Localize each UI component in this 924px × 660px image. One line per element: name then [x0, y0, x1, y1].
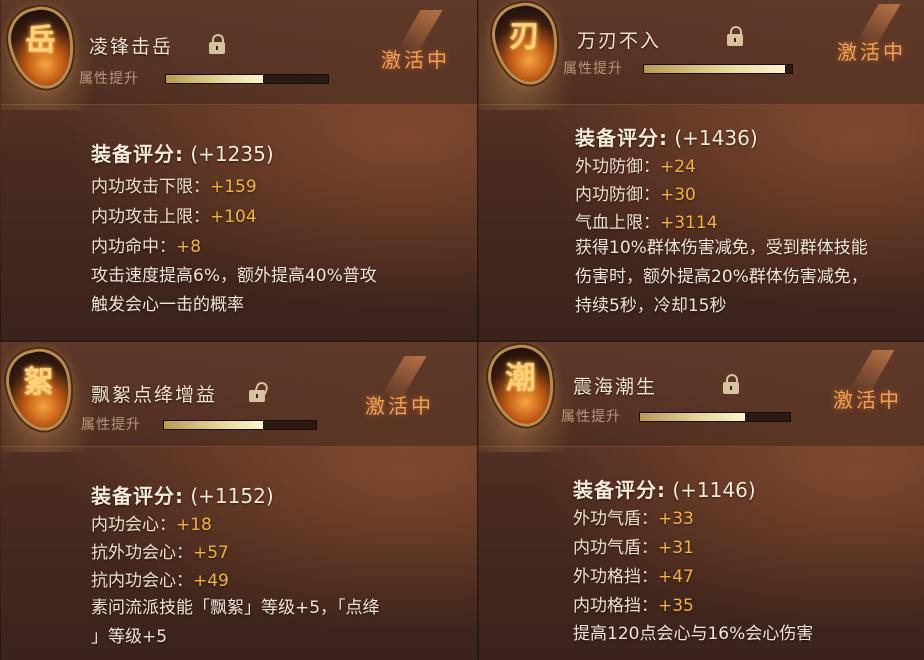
stat-label: 外功气盾： — [573, 509, 658, 529]
status-active-label: 激活中 — [365, 394, 434, 418]
stat-value: +104 — [210, 207, 257, 227]
stat-label: 内功攻击上限： — [91, 207, 210, 227]
desc-line: 获得10%群体伤害减免，受到群体技能 — [575, 238, 868, 258]
desc-line: 伤害时，额外提高20%群体伤害减免， — [575, 267, 868, 287]
stat-label: 内功命中： — [91, 237, 176, 257]
set-title: 飘絮点绛增益 — [91, 384, 218, 406]
stat-row: 内功会心：+18 — [91, 510, 212, 535]
desc-line: 」等级+5 — [91, 627, 168, 647]
set-bonus-card-lingfeng[interactable]: 岳 凌锋击岳 属性提升 激活中 装备评分: (+1235) 内功攻击下限：+15… — [0, 0, 477, 340]
stat-row: 内功气盾：+31 — [573, 533, 694, 558]
attr-progress-bar — [643, 64, 793, 74]
stat-label: 内功防御： — [575, 185, 660, 205]
stat-label: 外功防御： — [575, 157, 660, 177]
lock-icon[interactable] — [727, 26, 743, 46]
card-header: 刃 万刃不入 属性提升 激活中 — [479, 0, 924, 110]
stat-label: 内功格挡： — [573, 596, 658, 616]
set-title: 万刃不入 — [577, 30, 662, 52]
stat-label: 内功会心： — [91, 515, 176, 535]
status-active-label: 激活中 — [381, 48, 450, 72]
attr-boost-label: 属性提升 — [79, 71, 139, 87]
attr-boost-label: 属性提升 — [81, 417, 141, 433]
set-bonus-card-piaoxu[interactable]: 絮 飘絮点绛增益 属性提升 激活中 装备评分: (+1152) 内功会心：+18… — [0, 342, 477, 660]
equipment-score: 装备评分: (+1436) — [575, 122, 758, 151]
stat-value: +47 — [658, 567, 694, 587]
desc-line: 攻击速度提高6%，额外提高40%普攻 — [91, 266, 377, 286]
stat-row: 外功气盾：+33 — [573, 504, 694, 529]
stat-value: +159 — [210, 177, 257, 197]
stat-row: 外功格挡：+47 — [573, 562, 694, 587]
stat-value: +30 — [660, 185, 696, 205]
stat-value: +49 — [193, 571, 229, 591]
score-label: 装备评分: — [91, 484, 184, 508]
set-effect-description: 攻击速度提高6%，额外提高40%普攻 触发会心一击的概率 — [91, 262, 471, 320]
desc-line: 触发会心一击的概率 — [91, 295, 244, 315]
attr-progress-bar — [165, 74, 329, 84]
stat-value: +31 — [658, 538, 694, 558]
stat-label: 抗外功会心： — [91, 543, 193, 563]
stat-row: 抗外功会心：+57 — [91, 538, 229, 563]
equipment-score: 装备评分: (+1152) — [91, 480, 274, 509]
stat-row: 内功防御：+30 — [575, 180, 696, 205]
stat-label: 内功攻击下限： — [91, 177, 210, 197]
stat-value: +33 — [658, 509, 694, 529]
stat-row: 内功格挡：+35 — [573, 591, 694, 616]
stat-label: 抗内功会心： — [91, 571, 193, 591]
stat-value: +8 — [176, 237, 202, 257]
stat-value: +57 — [193, 543, 229, 563]
attr-progress-bar — [639, 412, 791, 422]
score-value: (+1235) — [190, 142, 274, 166]
card-header: 岳 凌锋击岳 属性提升 激活中 — [1, 0, 477, 110]
attr-boost-label: 属性提升 — [561, 409, 621, 425]
stat-label: 内功气盾： — [573, 538, 658, 558]
equipment-score: 装备评分: (+1146) — [573, 474, 756, 503]
desc-line: 素问流派技能「飘絮」等级+5，「点绛 — [91, 598, 380, 618]
stat-row: 内功攻击下限：+159 — [91, 172, 257, 197]
score-label: 装备评分: — [91, 142, 184, 166]
unlock-icon[interactable] — [249, 380, 270, 402]
stat-label: 外功格挡： — [573, 567, 658, 587]
attr-boost-label: 属性提升 — [563, 61, 623, 77]
lock-icon[interactable] — [209, 34, 225, 54]
set-title: 凌锋击岳 — [89, 36, 174, 58]
set-effect-description: 素问流派技能「飘絮」等级+5，「点绛 」等级+5 — [91, 594, 471, 652]
score-value: (+1152) — [190, 484, 274, 508]
lock-icon[interactable] — [723, 374, 739, 394]
set-effect-description: 获得10%群体伤害减免，受到群体技能 伤害时，额外提高20%群体伤害减免， 持续… — [575, 234, 920, 321]
stat-row: 气血上限：+3114 — [575, 208, 718, 233]
stat-row: 抗内功会心：+49 — [91, 566, 229, 591]
set-bonus-card-zhenhai[interactable]: 潮 震海潮生 属性提升 激活中 装备评分: (+1146) 外功气盾：+33 内… — [478, 342, 924, 660]
score-value: (+1146) — [672, 478, 756, 502]
stat-value: +35 — [658, 596, 694, 616]
stat-row: 外功防御：+24 — [575, 152, 696, 177]
stat-row: 内功命中：+8 — [91, 232, 201, 257]
score-label: 装备评分: — [573, 478, 666, 502]
set-bonus-card-wanren[interactable]: 刃 万刃不入 属性提升 激活中 装备评分: (+1436) 外功防御：+24 内… — [478, 0, 924, 340]
status-active-label: 激活中 — [837, 40, 906, 64]
card-header: 絮 飘絮点绛增益 属性提升 激活中 — [1, 342, 477, 452]
stat-value: +3114 — [660, 213, 718, 233]
set-effect-description: 提高120点会心与16%会心伤害 — [573, 620, 918, 649]
card-header: 潮 震海潮生 属性提升 激活中 — [479, 342, 924, 452]
score-value: (+1436) — [674, 126, 758, 150]
stat-value: +24 — [660, 157, 696, 177]
score-label: 装备评分: — [575, 126, 668, 150]
stat-value: +18 — [176, 515, 212, 535]
desc-line: 持续5秒，冷却15秒 — [575, 296, 727, 316]
attr-progress-bar — [163, 420, 317, 430]
status-active-label: 激活中 — [833, 388, 902, 412]
equipment-score: 装备评分: (+1235) — [91, 138, 274, 167]
set-title: 震海潮生 — [573, 376, 658, 398]
stat-row: 内功攻击上限：+104 — [91, 202, 257, 227]
desc-line: 提高120点会心与16%会心伤害 — [573, 624, 814, 644]
stat-label: 气血上限： — [575, 213, 660, 233]
